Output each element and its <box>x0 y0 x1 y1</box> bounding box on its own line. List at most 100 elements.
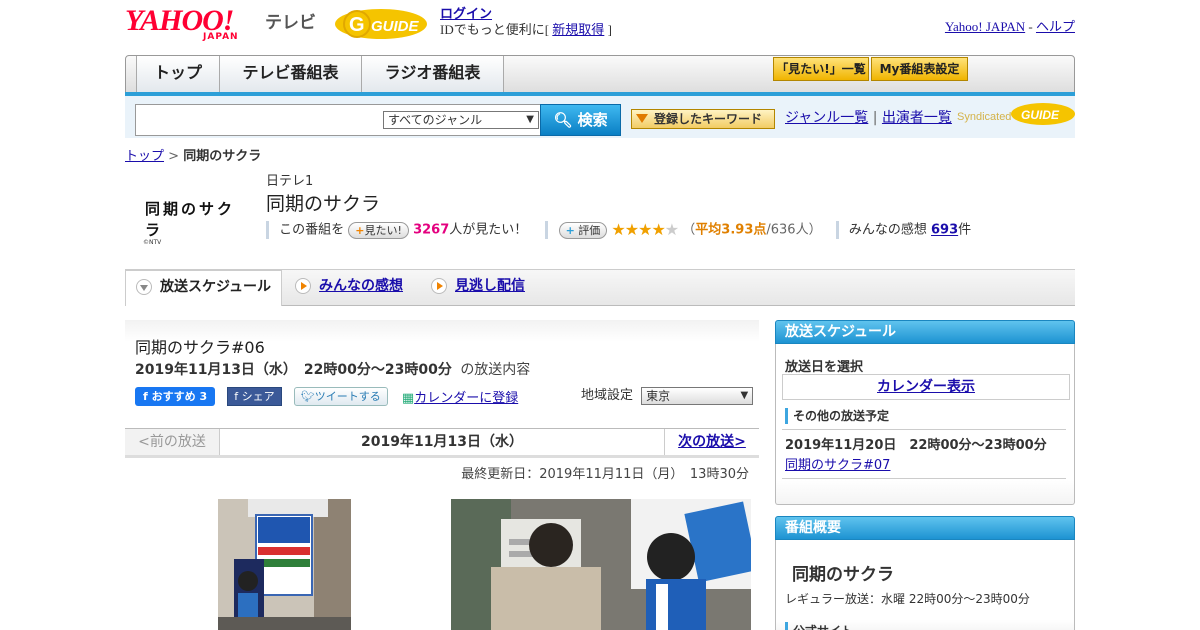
other-broadcast-link[interactable]: 同期のサクラ#07 <box>785 458 890 473</box>
regular-broadcast: レギュラー放送：水曜 22時00分～23時00分 <box>785 592 1030 606</box>
register-link[interactable]: 新規取得 <box>552 22 604 37</box>
sidebar: 放送スケジュール 放送日を選択 カレンダー表示 その他の放送予定 2019年11… <box>775 320 1075 630</box>
syndicated-gguide-text: GUIDE <box>1021 108 1060 122</box>
plus-icon: + <box>355 223 365 237</box>
login-prompt-pre: IDでもっと便利に[ <box>440 22 550 37</box>
tab-label: 放送スケジュール <box>160 279 272 295</box>
genre-list-link[interactable]: ジャンル一覧 <box>785 110 868 126</box>
chevron-down-icon: ▼ <box>526 114 534 125</box>
svg-text:G: G <box>349 14 365 36</box>
rating-count: /636人） <box>766 222 822 238</box>
header-separator: - <box>1028 19 1033 34</box>
login-link[interactable]: ログイン <box>440 6 492 21</box>
want-button[interactable]: +見たい! <box>348 221 409 239</box>
add-to-calendar[interactable]: ▦カレンダーに登録 <box>402 387 518 406</box>
yahoo-japan-link[interactable]: Yahoo! JAPAN <box>945 19 1025 34</box>
search-icon: 🔍︎ <box>553 111 573 129</box>
prev-broadcast: <前の放送 <box>125 429 220 455</box>
tab-impressions[interactable]: みんなの感想 <box>285 270 403 306</box>
tab-broadcast-schedule[interactable]: 放送スケジュール <box>125 270 282 306</box>
program-thumbnail-copyright: ©NTV <box>143 239 162 246</box>
gguide-logo-icon: G GUIDE <box>335 9 427 39</box>
rating-average: 平均3.93点 <box>695 222 767 238</box>
calendar-link: カレンダーに登録 <box>414 391 519 406</box>
region-select[interactable]: 東京 ▼ <box>641 386 754 405</box>
syndicated-text: Syndicated <box>957 111 1011 123</box>
help-link[interactable]: ヘルプ <box>1036 19 1075 34</box>
program-thumbnail-title: 同期のサクラ <box>145 200 236 239</box>
my-schedule-button[interactable]: My番組表設定 <box>871 57 968 81</box>
breadcrumb-current: 同期のサクラ <box>183 149 262 164</box>
impressions-count-link[interactable]: 693 <box>931 223 958 238</box>
social-buttons: f おすすめ 3 f シェア 🐦︎ツイートする ▦カレンダーに登録 <box>135 387 518 407</box>
facebook-share-label: シェア <box>241 390 275 403</box>
want-button-label: 見たい! <box>364 223 402 237</box>
episode-photo <box>451 499 751 630</box>
facebook-recommend-button[interactable]: f おすすめ 3 <box>135 387 216 406</box>
rating-prefix: （ <box>682 222 696 238</box>
episode-photo <box>218 499 351 630</box>
service-name[interactable]: テレビ <box>265 8 316 33</box>
calendar-display-button[interactable]: カレンダー表示 <box>782 374 1070 400</box>
nav-tab-radio-schedule[interactable]: ラジオ番組表 <box>362 56 504 92</box>
star-icon: ★ <box>638 220 652 239</box>
rate-button[interactable]: + 評価 <box>558 221 608 239</box>
episode-date-suffix: の放送内容 <box>460 362 531 378</box>
chevron-down-icon: ▼ <box>740 389 749 401</box>
breadcrumb: トップ > 同期のサクラ <box>125 145 261 164</box>
episode-header: 同期のサクラ#06 2019年11月13日（水） 22時00分～23時00分 の… <box>125 320 759 428</box>
facebook-recommend-label: おすすめ 3 <box>151 390 208 403</box>
search-button-label: 検索 <box>577 111 608 129</box>
next-broadcast-link[interactable]: 次の放送> <box>678 434 746 450</box>
tweet-label: ツイートする <box>314 390 381 403</box>
want-prefix: この番組を <box>279 222 345 238</box>
gguide-logo-text: GUIDE <box>371 18 420 35</box>
keyword-button-label: 登録したキーワード <box>654 112 763 126</box>
want-suffix: 人が見たい！ <box>449 222 528 238</box>
last-updated: 最終更新日：2019年11月11日（月） 13時30分 <box>461 467 749 482</box>
region-label: 地域設定 <box>581 388 634 403</box>
summary-sidebar-box: 同期のサクラ レギュラー放送：水曜 22時00分～23時00分 公式サイト <box>775 540 1075 630</box>
plus-icon: + <box>565 223 575 237</box>
performer-list-link[interactable]: 出演者一覧 <box>882 110 952 126</box>
nav-tab-top[interactable]: トップ <box>136 56 220 92</box>
episode-navigation: <前の放送 2019年11月13日（水） 次の放送> <box>125 428 759 458</box>
search-button[interactable]: 🔍︎ 検索 <box>540 104 621 136</box>
official-site-label: 公式サイト <box>785 622 853 630</box>
star-icon: ★ <box>624 220 639 239</box>
region-setting: 地域設定 東京 ▼ <box>581 386 754 406</box>
play-circle-icon <box>295 278 311 294</box>
yahoo-japan-logo[interactable]: YAHOO! JAPAN <box>125 4 265 43</box>
genre-select[interactable]: すべてのジャンル ▼ <box>383 111 539 129</box>
content-tabs: 放送スケジュール みんなの感想 見逃し配信 <box>125 270 1075 306</box>
registered-keyword-button[interactable]: 登録したキーワード <box>631 109 775 129</box>
other-broadcast-date: 2019年11月20日 22時00分～23時00分 <box>785 438 1047 453</box>
impressions-label: みんなの感想 <box>848 222 927 238</box>
facebook-icon: f <box>143 390 148 403</box>
tweet-button[interactable]: 🐦︎ツイートする <box>293 387 388 406</box>
search-bar: すべてのジャンル ▼ 🔍︎ 検索 登録したキーワード ジャンル一覧 | 出演者一… <box>125 96 1075 138</box>
program-thumbnail: 同期のサクラ ©NTV <box>143 172 247 246</box>
mitai-list-button[interactable]: 「見たい!」一覧 <box>773 57 869 81</box>
nav-tab-tv-schedule[interactable]: テレビ番組表 <box>220 56 362 92</box>
impressions-unit: 件 <box>958 222 972 238</box>
facebook-icon: f <box>234 390 239 403</box>
gguide-logo[interactable]: G GUIDE <box>335 6 431 42</box>
login-prompt-post: ] <box>607 22 612 37</box>
region-select-value: 東京 <box>646 388 671 403</box>
play-circle-icon <box>431 278 447 294</box>
star-half-icon: ★ <box>651 220 665 239</box>
breadcrumb-top-link[interactable]: トップ <box>125 149 164 164</box>
facebook-share-button[interactable]: f シェア <box>227 387 282 406</box>
link-separator: | <box>872 110 878 126</box>
yahoo-logo-text: YAHOO! <box>125 4 234 37</box>
yahoo-logo-sub: JAPAN <box>203 32 239 42</box>
summary-title: 同期のサクラ <box>792 565 894 585</box>
star-empty-icon: ★ <box>664 220 679 239</box>
tab-missed-streaming[interactable]: 見逃し配信 <box>421 270 525 306</box>
calendar-display-label: カレンダー表示 <box>877 379 975 395</box>
summary-sidebar-header: 番組概要 <box>775 516 1075 540</box>
rating-stars: ★★★★★ <box>611 220 679 239</box>
breadcrumb-separator: > <box>168 149 180 164</box>
triangle-down-icon <box>636 114 648 123</box>
